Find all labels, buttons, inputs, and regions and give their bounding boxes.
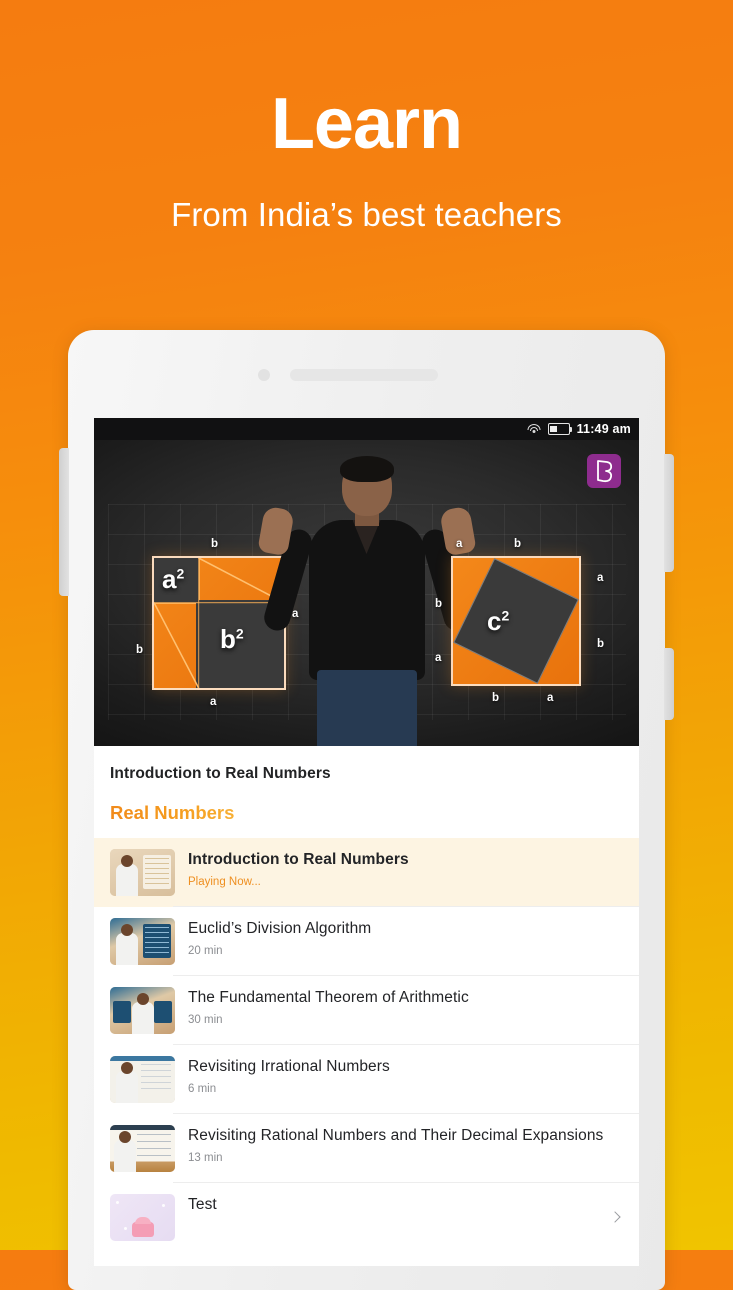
hero-section: Learn From India’s best teachers: [0, 0, 733, 234]
lesson-thumbnail: [110, 1125, 175, 1172]
power-button[interactable]: [664, 648, 674, 720]
list-item[interactable]: Test: [94, 1183, 639, 1252]
section-heading: Real Numbers: [94, 783, 250, 838]
volume-rocker-button[interactable]: [59, 448, 69, 596]
lesson-title: Revisiting Irrational Numbers: [188, 1058, 390, 1075]
side-label-b: b: [136, 644, 144, 656]
byjus-b-logo-icon: [587, 454, 621, 488]
status-bar: 11:49 am: [94, 418, 639, 440]
side-label-b: b: [597, 638, 605, 650]
lesson-thumbnail: [110, 918, 175, 965]
lesson-duration: 13 min: [188, 1152, 223, 1165]
lesson-title: Introduction to Real Numbers: [188, 851, 409, 868]
side-label-b: b: [514, 538, 522, 550]
side-label-a: a: [456, 538, 463, 550]
c-squared-region: [453, 558, 579, 684]
list-item[interactable]: Revisiting Rational Numbers and Their De…: [94, 1114, 639, 1183]
hero-subtitle: From India’s best teachers: [171, 196, 562, 233]
label-b-squared: b2: [220, 624, 244, 654]
label-c-squared: c2: [487, 606, 510, 636]
side-label-a: a: [597, 572, 604, 584]
list-item[interactable]: Introduction to Real Numbers Playing Now…: [94, 838, 639, 907]
battery-icon: [547, 423, 573, 435]
status-bar-clock: 11:49 am: [576, 422, 631, 436]
lesson-thumbnail: [110, 1056, 175, 1103]
chevron-right-icon[interactable]: [609, 1211, 623, 1225]
phone-mockup: 11:49 am a2 b2 b a b a c2 a b a b b a b …: [59, 330, 674, 1290]
side-label-a: a: [435, 652, 442, 664]
lesson-title: The Fundamental Theorem of Arithmetic: [188, 989, 469, 1006]
video-title: Introduction to Real Numbers: [110, 765, 331, 782]
lesson-duration: 6 min: [188, 1083, 217, 1096]
video-player[interactable]: a2 b2 b a b a c2 a b a b b a b a: [94, 440, 639, 746]
phone-screen: 11:49 am a2 b2 b a b a c2 a b a b b a b …: [94, 418, 639, 1266]
test-thumbnail: [110, 1194, 175, 1241]
lesson-list: Introduction to Real Numbers Playing Now…: [94, 838, 639, 1252]
lesson-duration: 20 min: [188, 945, 223, 958]
side-label-b: b: [211, 538, 219, 550]
side-label-a: a: [547, 692, 554, 704]
teacher-figure: [256, 456, 477, 746]
lesson-duration: 30 min: [188, 1014, 223, 1027]
phone-top-bezel: [68, 330, 665, 418]
lesson-title: Euclid’s Division Algorithm: [188, 920, 372, 937]
volume-button[interactable]: [664, 454, 674, 572]
side-label-b: b: [492, 692, 500, 704]
lesson-thumbnail: [110, 987, 175, 1034]
lesson-status: Playing Now...: [188, 876, 261, 889]
page-title: Learn: [270, 84, 463, 164]
wifi-icon: [527, 423, 541, 435]
front-camera-icon: [258, 369, 270, 381]
earpiece-speaker: [290, 369, 438, 381]
list-item[interactable]: Euclid’s Division Algorithm 20 min: [94, 907, 639, 976]
side-label-b: b: [435, 598, 443, 610]
cake-icon: [131, 1217, 154, 1237]
diagram-square-c: c2: [451, 556, 581, 686]
list-item[interactable]: The Fundamental Theorem of Arithmetic 30…: [94, 976, 639, 1045]
side-label-a: a: [210, 696, 217, 708]
lesson-title: Test: [188, 1196, 217, 1213]
label-a-squared: a2: [162, 564, 185, 594]
lesson-thumbnail: [110, 849, 175, 896]
lesson-title: Revisiting Rational Numbers and Their De…: [188, 1127, 604, 1144]
list-item[interactable]: Revisiting Irrational Numbers 6 min: [94, 1045, 639, 1114]
